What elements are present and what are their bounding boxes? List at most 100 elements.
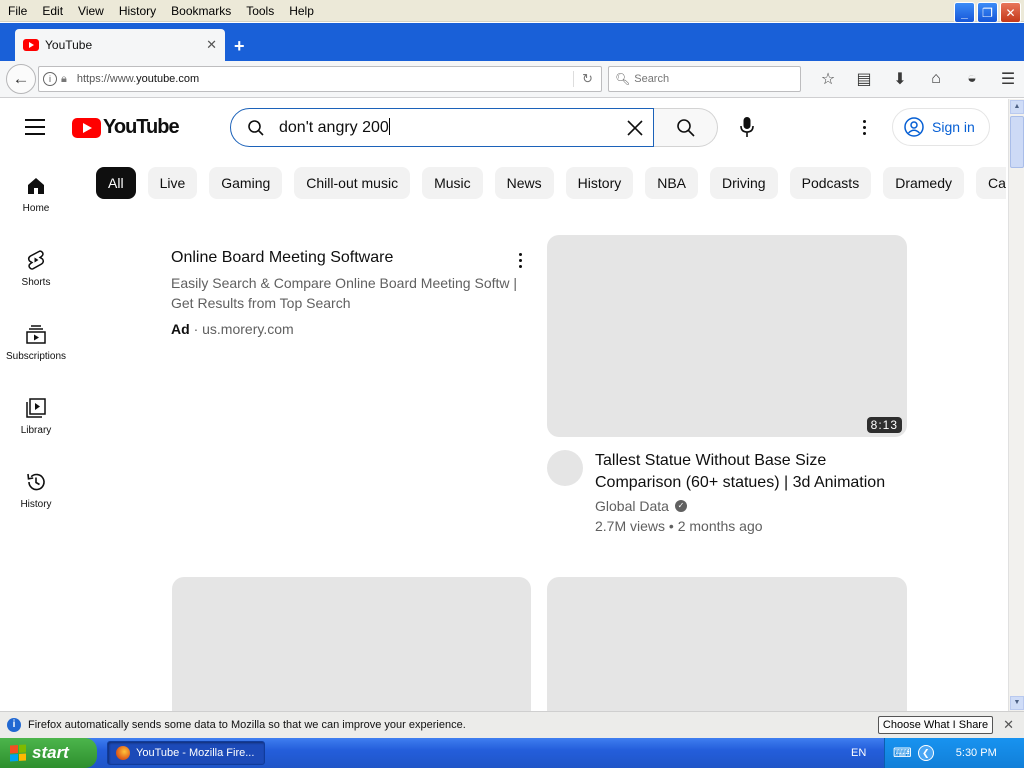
ad-title[interactable]: Online Board Meeting Software — [171, 249, 531, 267]
window-controls: _ ❐ ✕ — [954, 2, 1021, 23]
clear-search-icon[interactable] — [626, 119, 644, 137]
ad-more-icon[interactable] — [517, 253, 523, 268]
clock[interactable]: 5:30 PM — [956, 747, 997, 759]
tab-strip: YouTube ✕ + — [0, 23, 1024, 61]
sign-in-label: Sign in — [932, 119, 975, 135]
reload-icon[interactable]: ↻ — [573, 71, 593, 87]
windows-flag-icon — [10, 744, 26, 762]
taskbar-window-title: YouTube - Mozilla Fire... — [136, 747, 255, 759]
site-info-icon[interactable]: i — [43, 72, 57, 86]
navigation-bar: ← i 🔒︎ https://www.youtube.com ↻ 🔍︎ ☆ ▤ … — [0, 61, 1024, 98]
pocket-icon[interactable]: ◒ — [954, 67, 990, 91]
chip-chill-out-music[interactable]: Chill-out music — [294, 167, 411, 199]
microphone-icon — [740, 117, 754, 137]
url-bar[interactable]: i 🔒︎ https://www.youtube.com ↻ — [38, 66, 602, 92]
taskbar-firefox-window[interactable]: YouTube - Mozilla Fire... — [107, 741, 265, 765]
ad-card[interactable]: Online Board Meeting Software Easily Sea… — [171, 249, 531, 337]
chip-nba[interactable]: NBA — [645, 167, 699, 199]
guide-item-library[interactable]: Library — [0, 389, 72, 463]
back-button[interactable]: ← — [6, 64, 36, 94]
video-stats: 2.7M views • 2 months ago — [595, 518, 763, 534]
bookmark-star-icon[interactable]: ☆ — [810, 67, 846, 91]
menu-help[interactable]: Help — [281, 4, 321, 18]
settings-more-icon[interactable] — [852, 113, 876, 141]
video-thumbnail-placeholder[interactable] — [172, 577, 531, 711]
minimize-button[interactable]: _ — [954, 2, 975, 23]
scroll-down-arrow-icon[interactable]: ▼ — [1010, 696, 1024, 710]
voice-search-button[interactable] — [730, 110, 764, 144]
channel-name[interactable]: Global Data — [595, 498, 669, 514]
menu-edit[interactable]: Edit — [34, 4, 70, 18]
sign-in-button[interactable]: Sign in — [892, 108, 990, 146]
ad-domain[interactable]: us.morery.com — [202, 321, 294, 337]
guide-item-shorts[interactable]: Shorts — [0, 241, 72, 315]
downloads-icon[interactable]: ⬇ — [882, 67, 918, 91]
lock-icon: 🔒︎ — [61, 72, 67, 85]
maximize-button[interactable]: ❐ — [977, 2, 998, 23]
menu-file[interactable]: File — [0, 4, 34, 18]
menu-bar: File Edit View History Bookmarks Tools H… — [0, 0, 1024, 23]
scroll-up-arrow-icon[interactable]: ▲ — [1010, 100, 1024, 114]
search-icon — [248, 119, 264, 136]
filter-chips-bar: All Live Gaming Chill-out music Music Ne… — [96, 167, 1006, 199]
chip-all[interactable]: All — [96, 167, 136, 199]
keyboard-icon[interactable]: ⌨ — [893, 745, 912, 761]
new-tab-button[interactable]: + — [234, 36, 245, 57]
menu-tools[interactable]: Tools — [238, 4, 281, 18]
scrollbar-thumb[interactable] — [1010, 116, 1024, 168]
start-label: start — [32, 743, 69, 762]
menu-hamburger-icon[interactable]: ☰ — [990, 67, 1024, 91]
video-details: Tallest Statue Without Base Size Compari… — [547, 450, 907, 534]
chip-news[interactable]: News — [494, 167, 554, 199]
url-text[interactable]: https://www.youtube.com — [77, 73, 573, 85]
browser-search-input[interactable] — [634, 73, 785, 85]
search-query-text[interactable]: don't angry 200 — [279, 118, 626, 137]
home-button-icon[interactable]: ⌂ — [918, 67, 954, 91]
chip-music[interactable]: Music — [422, 167, 483, 199]
home-icon — [28, 178, 44, 194]
chip-gaming[interactable]: Gaming — [209, 167, 283, 199]
page-scrollbar[interactable]: ▲ ▼ — [1008, 99, 1024, 711]
start-button[interactable]: start — [0, 738, 97, 768]
guide-item-subscriptions[interactable]: Subscriptions — [0, 315, 72, 389]
tab-close-icon[interactable]: ✕ — [206, 37, 217, 53]
guide-menu-icon[interactable] — [25, 119, 45, 135]
channel-name-row: Global Data ✓ — [595, 498, 907, 514]
chip-dramedy[interactable]: Dramedy — [883, 167, 964, 199]
guide-label-shorts: Shorts — [21, 277, 51, 288]
ad-meta: Ad · us.morery.com — [171, 321, 531, 337]
menu-view[interactable]: View — [70, 4, 111, 18]
chip-driving[interactable]: Driving — [710, 167, 778, 199]
toolbar-buttons: ☆ ▤ ⬇ ⌂ ◒ ☰ — [810, 67, 1024, 91]
video-title[interactable]: Tallest Statue Without Base Size Compari… — [595, 450, 907, 494]
search-engine-icon: 🔍︎ — [615, 72, 631, 86]
reading-list-icon[interactable]: ▤ — [846, 67, 882, 91]
windows-taskbar: start YouTube - Mozilla Fire... EN ⌨ ❮ 5… — [0, 738, 1024, 768]
chip-live[interactable]: Live — [147, 167, 198, 199]
chip-history[interactable]: History — [565, 167, 634, 199]
guide-label-subscriptions: Subscriptions — [5, 351, 67, 362]
browser-search-box[interactable]: 🔍︎ — [608, 66, 801, 92]
chip-car[interactable]: Car — [976, 167, 1006, 199]
guide-item-history[interactable]: History — [0, 463, 72, 537]
youtube-logo[interactable]: YouTube — [72, 116, 180, 139]
search-button[interactable] — [654, 108, 718, 147]
guide-label-home: Home — [22, 203, 50, 214]
video-thumbnail-placeholder[interactable] — [547, 577, 907, 711]
menu-bookmarks[interactable]: Bookmarks — [163, 4, 238, 18]
language-indicator[interactable]: EN — [851, 747, 866, 759]
channel-avatar[interactable] — [547, 450, 583, 486]
video-thumbnail[interactable]: 8:13 — [547, 235, 907, 437]
choose-what-i-share-button[interactable]: Choose What I Share — [877, 716, 994, 734]
search-input[interactable]: don't angry 200 — [230, 108, 654, 147]
chip-podcasts[interactable]: Podcasts — [789, 167, 872, 199]
system-tray: EN ⌨ ❮ 5:30 PM — [851, 738, 1024, 768]
close-notification-icon[interactable]: ✕ — [1003, 717, 1014, 733]
info-icon: i — [7, 718, 21, 732]
guide-item-home[interactable]: Home — [0, 167, 72, 241]
close-window-button[interactable]: ✕ — [1000, 2, 1021, 23]
show-hidden-icons-icon[interactable]: ❮ — [917, 745, 934, 761]
tab-youtube[interactable]: YouTube ✕ — [15, 29, 225, 61]
menu-history[interactable]: History — [111, 4, 163, 18]
youtube-page: YouTube don't angry 200 Sign in All Live… — [0, 99, 1008, 711]
